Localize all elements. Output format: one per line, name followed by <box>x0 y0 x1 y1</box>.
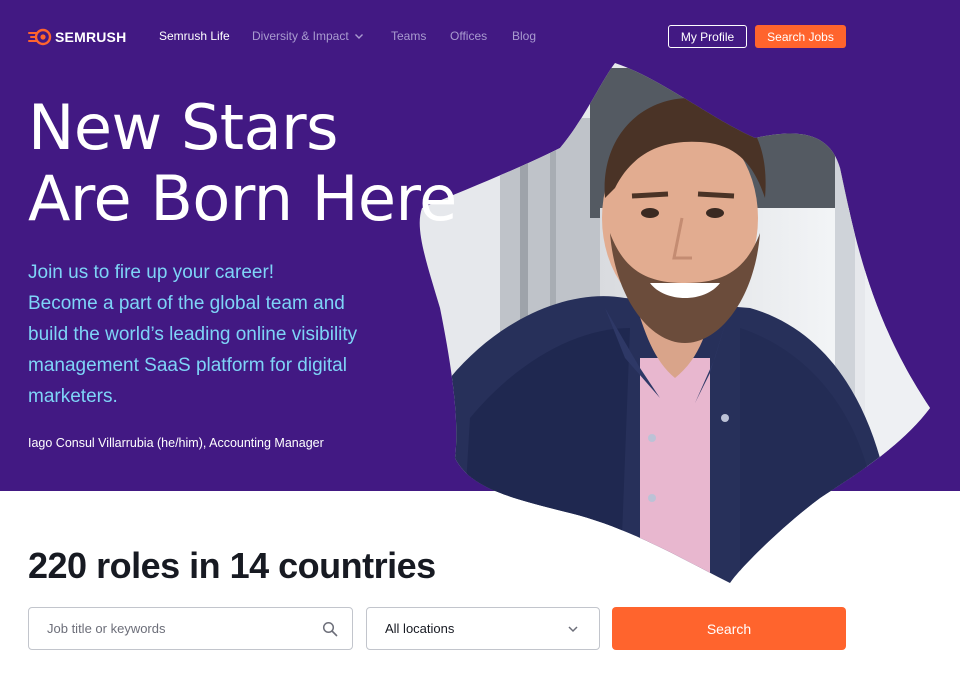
location-value: All locations <box>385 621 455 636</box>
semrush-fire-icon <box>28 28 52 46</box>
roles-heading: 220 roles in 14 countries <box>28 545 436 586</box>
headline-line-1: New Stars <box>28 91 338 164</box>
search-icon[interactable] <box>322 621 338 637</box>
subtext-line: management SaaS platform for digital <box>28 355 347 376</box>
search-jobs-button[interactable]: Search Jobs <box>755 25 846 48</box>
headline-line-2: Are Born Here <box>28 162 457 235</box>
subtext-line: build the world’s leading online visibil… <box>28 324 358 345</box>
hero-headline: New Stars Are Born Here <box>28 92 548 234</box>
semrush-logo[interactable]: SEMRUSH <box>28 27 126 47</box>
search-button[interactable]: Search <box>612 607 846 650</box>
logo-text: SEMRUSH <box>55 29 127 45</box>
keywords-input[interactable] <box>47 621 322 636</box>
nav-offices[interactable]: Offices <box>450 29 487 43</box>
top-nav: SEMRUSH Semrush Life Diversity & Impact … <box>0 0 960 72</box>
location-select[interactable]: All locations <box>366 607 600 650</box>
hero-subtext: Join us to fire up your career! Become a… <box>28 257 428 412</box>
nav-diversity-impact[interactable]: Diversity & Impact <box>252 29 364 43</box>
subtext-line: marketers. <box>28 386 118 407</box>
keywords-field[interactable] <box>28 607 353 650</box>
photo-caption: Iago Consul Villarrubia (he/him), Accoun… <box>28 436 324 450</box>
hero-section: SEMRUSH Semrush Life Diversity & Impact … <box>0 0 960 583</box>
nav-blog[interactable]: Blog <box>512 29 536 43</box>
subtext-line: Join us to fire up your career! <box>28 262 275 283</box>
subtext-line: Become a part of the global team and <box>28 293 345 314</box>
nav-diversity-impact-label: Diversity & Impact <box>252 29 349 43</box>
nav-semrush-life[interactable]: Semrush Life <box>159 29 230 43</box>
nav-teams[interactable]: Teams <box>391 29 426 43</box>
my-profile-button[interactable]: My Profile <box>668 25 747 48</box>
chevron-down-icon <box>568 625 578 632</box>
chevron-down-icon <box>354 34 363 39</box>
